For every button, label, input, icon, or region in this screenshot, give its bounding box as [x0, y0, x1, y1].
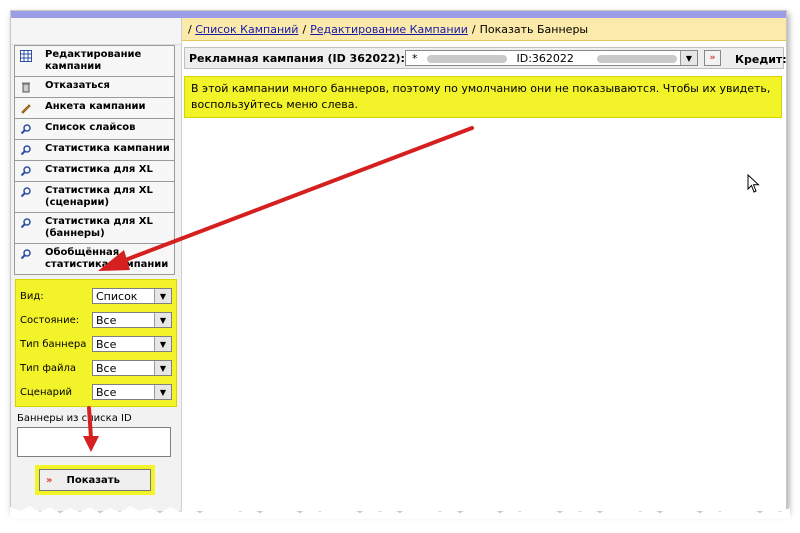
sidebar-item-edit-campaign[interactable]: Редактирование кампании — [14, 45, 175, 77]
state-select-value: Все — [96, 313, 117, 327]
breadcrumb-current: Показать Баннеры — [479, 22, 589, 36]
search-icon — [19, 247, 33, 261]
sidebar-item-decline[interactable]: Отказаться — [14, 77, 175, 98]
filter-view-label: Вид: — [20, 290, 44, 302]
sidebar-item-label: Редактирование кампании — [45, 49, 142, 72]
go-arrow-icon: » — [46, 474, 53, 486]
sidebar: Редактирование кампании Отказаться Анкет… — [11, 18, 182, 511]
top-accent-bar — [11, 11, 786, 18]
sidebar-item-xl-stats[interactable]: Статистика для XL — [14, 161, 175, 182]
search-icon — [19, 216, 33, 230]
torn-edge — [10, 506, 790, 519]
redacted-text — [597, 54, 678, 63]
filters-panel: Вид: Список ▼ Состояние: Все ▼ Тип баннера… — [15, 279, 177, 407]
chevron-down-icon: ▼ — [154, 289, 171, 303]
banner-type-select[interactable]: Все ▼ — [92, 336, 172, 352]
filter-banner-type-row: Тип баннера Все ▼ — [20, 332, 172, 356]
screenshot-frame: Редактирование кампании Отказаться Анкет… — [0, 0, 800, 533]
breadcrumb-prefix: / — [188, 22, 192, 36]
campaign-select-value: * ID:362022 — [412, 51, 678, 65]
sidebar-item-summary-stats[interactable]: Обобщённая статистика кампании — [14, 244, 175, 275]
search-icon — [19, 143, 33, 157]
filter-file-type-label: Тип файла — [20, 362, 77, 374]
scenario-select-value: Все — [96, 385, 117, 399]
chevron-down-icon: ▼ — [154, 361, 171, 375]
notice-message: В этой кампании много баннеров, поэтому … — [184, 76, 782, 118]
filter-banner-type-label: Тип баннера — [20, 338, 87, 350]
filter-scenario-row: Сценарий Все ▼ — [20, 380, 172, 404]
scenario-select[interactable]: Все ▼ — [92, 384, 172, 400]
sidebar-item-label: Статистика для XL — [45, 164, 153, 175]
sidebar-item-label: Обобщённая статистика кампании — [45, 247, 169, 270]
page: Редактирование кампании Отказаться Анкет… — [10, 10, 787, 512]
sidebar-item-label: Отказаться — [45, 80, 110, 91]
grid-icon — [19, 49, 33, 63]
view-select[interactable]: Список ▼ — [92, 288, 172, 304]
sidebar-item-label: Статистика для XL (баннеры) — [45, 216, 153, 239]
breadcrumb-separator: / — [302, 22, 307, 36]
filter-view-row: Вид: Список ▼ — [20, 284, 172, 308]
campaign-bar: Рекламная кампания (ID 362022): * ID:362… — [184, 47, 787, 69]
pencil-icon — [19, 101, 33, 115]
breadcrumb-link-edit-campaign[interactable]: Редактирование Кампании — [310, 23, 468, 36]
trash-icon — [19, 80, 33, 94]
chevron-down-icon: ▼ — [680, 51, 697, 65]
sidebar-item-label: Статистика для XL (сценарии) — [45, 185, 153, 208]
sidebar-menu: Редактирование кампании Отказаться Анкет… — [11, 45, 181, 275]
view-select-value: Список — [96, 289, 138, 303]
banner-ids-input[interactable] — [17, 427, 171, 457]
filter-state-row: Состояние: Все ▼ — [20, 308, 172, 332]
filter-file-type-row: Тип файла Все ▼ — [20, 356, 172, 380]
breadcrumb: / Список Кампаний / Редактирование Кампа… — [182, 18, 786, 41]
sidebar-item-slices-list[interactable]: Список слайсов — [14, 119, 175, 140]
banner-type-select-value: Все — [96, 337, 117, 351]
search-icon — [19, 185, 33, 199]
show-button[interactable]: » Показать — [39, 469, 151, 491]
search-icon — [19, 164, 33, 178]
state-select[interactable]: Все ▼ — [92, 312, 172, 328]
sidebar-item-label: Статистика кампании — [45, 143, 170, 154]
main-content: / Список Кампаний / Редактирование Кампа… — [182, 18, 786, 511]
campaign-select-id: ID:362022 — [516, 51, 574, 65]
sidebar-item-xl-stats-scenarios[interactable]: Статистика для XL (сценарии) — [14, 182, 175, 213]
redacted-text — [427, 54, 507, 63]
breadcrumb-link-campaigns[interactable]: Список Кампаний — [195, 23, 298, 36]
sidebar-item-campaign-stats[interactable]: Статистика кампании — [14, 140, 175, 161]
sidebar-item-label: Анкета кампании — [45, 101, 146, 112]
campaign-select-prefix: * — [412, 51, 418, 65]
sidebar-item-xl-stats-banners[interactable]: Статистика для XL (баннеры) — [14, 213, 175, 244]
show-button-highlight: » Показать — [35, 465, 155, 495]
filter-scenario-label: Сценарий — [20, 386, 72, 398]
file-type-select-value: Все — [96, 361, 117, 375]
campaign-label: Рекламная кампания (ID 362022): — [189, 51, 405, 65]
breadcrumb-separator: / — [471, 22, 476, 36]
credit-label: Кредит:0 — [735, 53, 787, 66]
sidebar-item-campaign-form[interactable]: Анкета кампании — [14, 98, 175, 119]
chevron-down-icon: ▼ — [154, 385, 171, 399]
sidebar-item-label: Список слайсов — [45, 122, 136, 133]
file-type-select[interactable]: Все ▼ — [92, 360, 172, 376]
campaign-go-button[interactable]: » — [704, 50, 721, 66]
sidebar-header — [11, 18, 181, 45]
search-icon — [19, 122, 33, 136]
campaign-select[interactable]: * ID:362022 ▼ — [405, 50, 698, 66]
show-button-label: Показать — [66, 474, 120, 486]
mouse-cursor-icon — [747, 173, 761, 197]
chevron-down-icon: ▼ — [154, 313, 171, 327]
banner-ids-label: Баннеры из списка ID — [17, 413, 132, 424]
filter-state-label: Состояние: — [20, 314, 80, 326]
chevron-down-icon: ▼ — [154, 337, 171, 351]
